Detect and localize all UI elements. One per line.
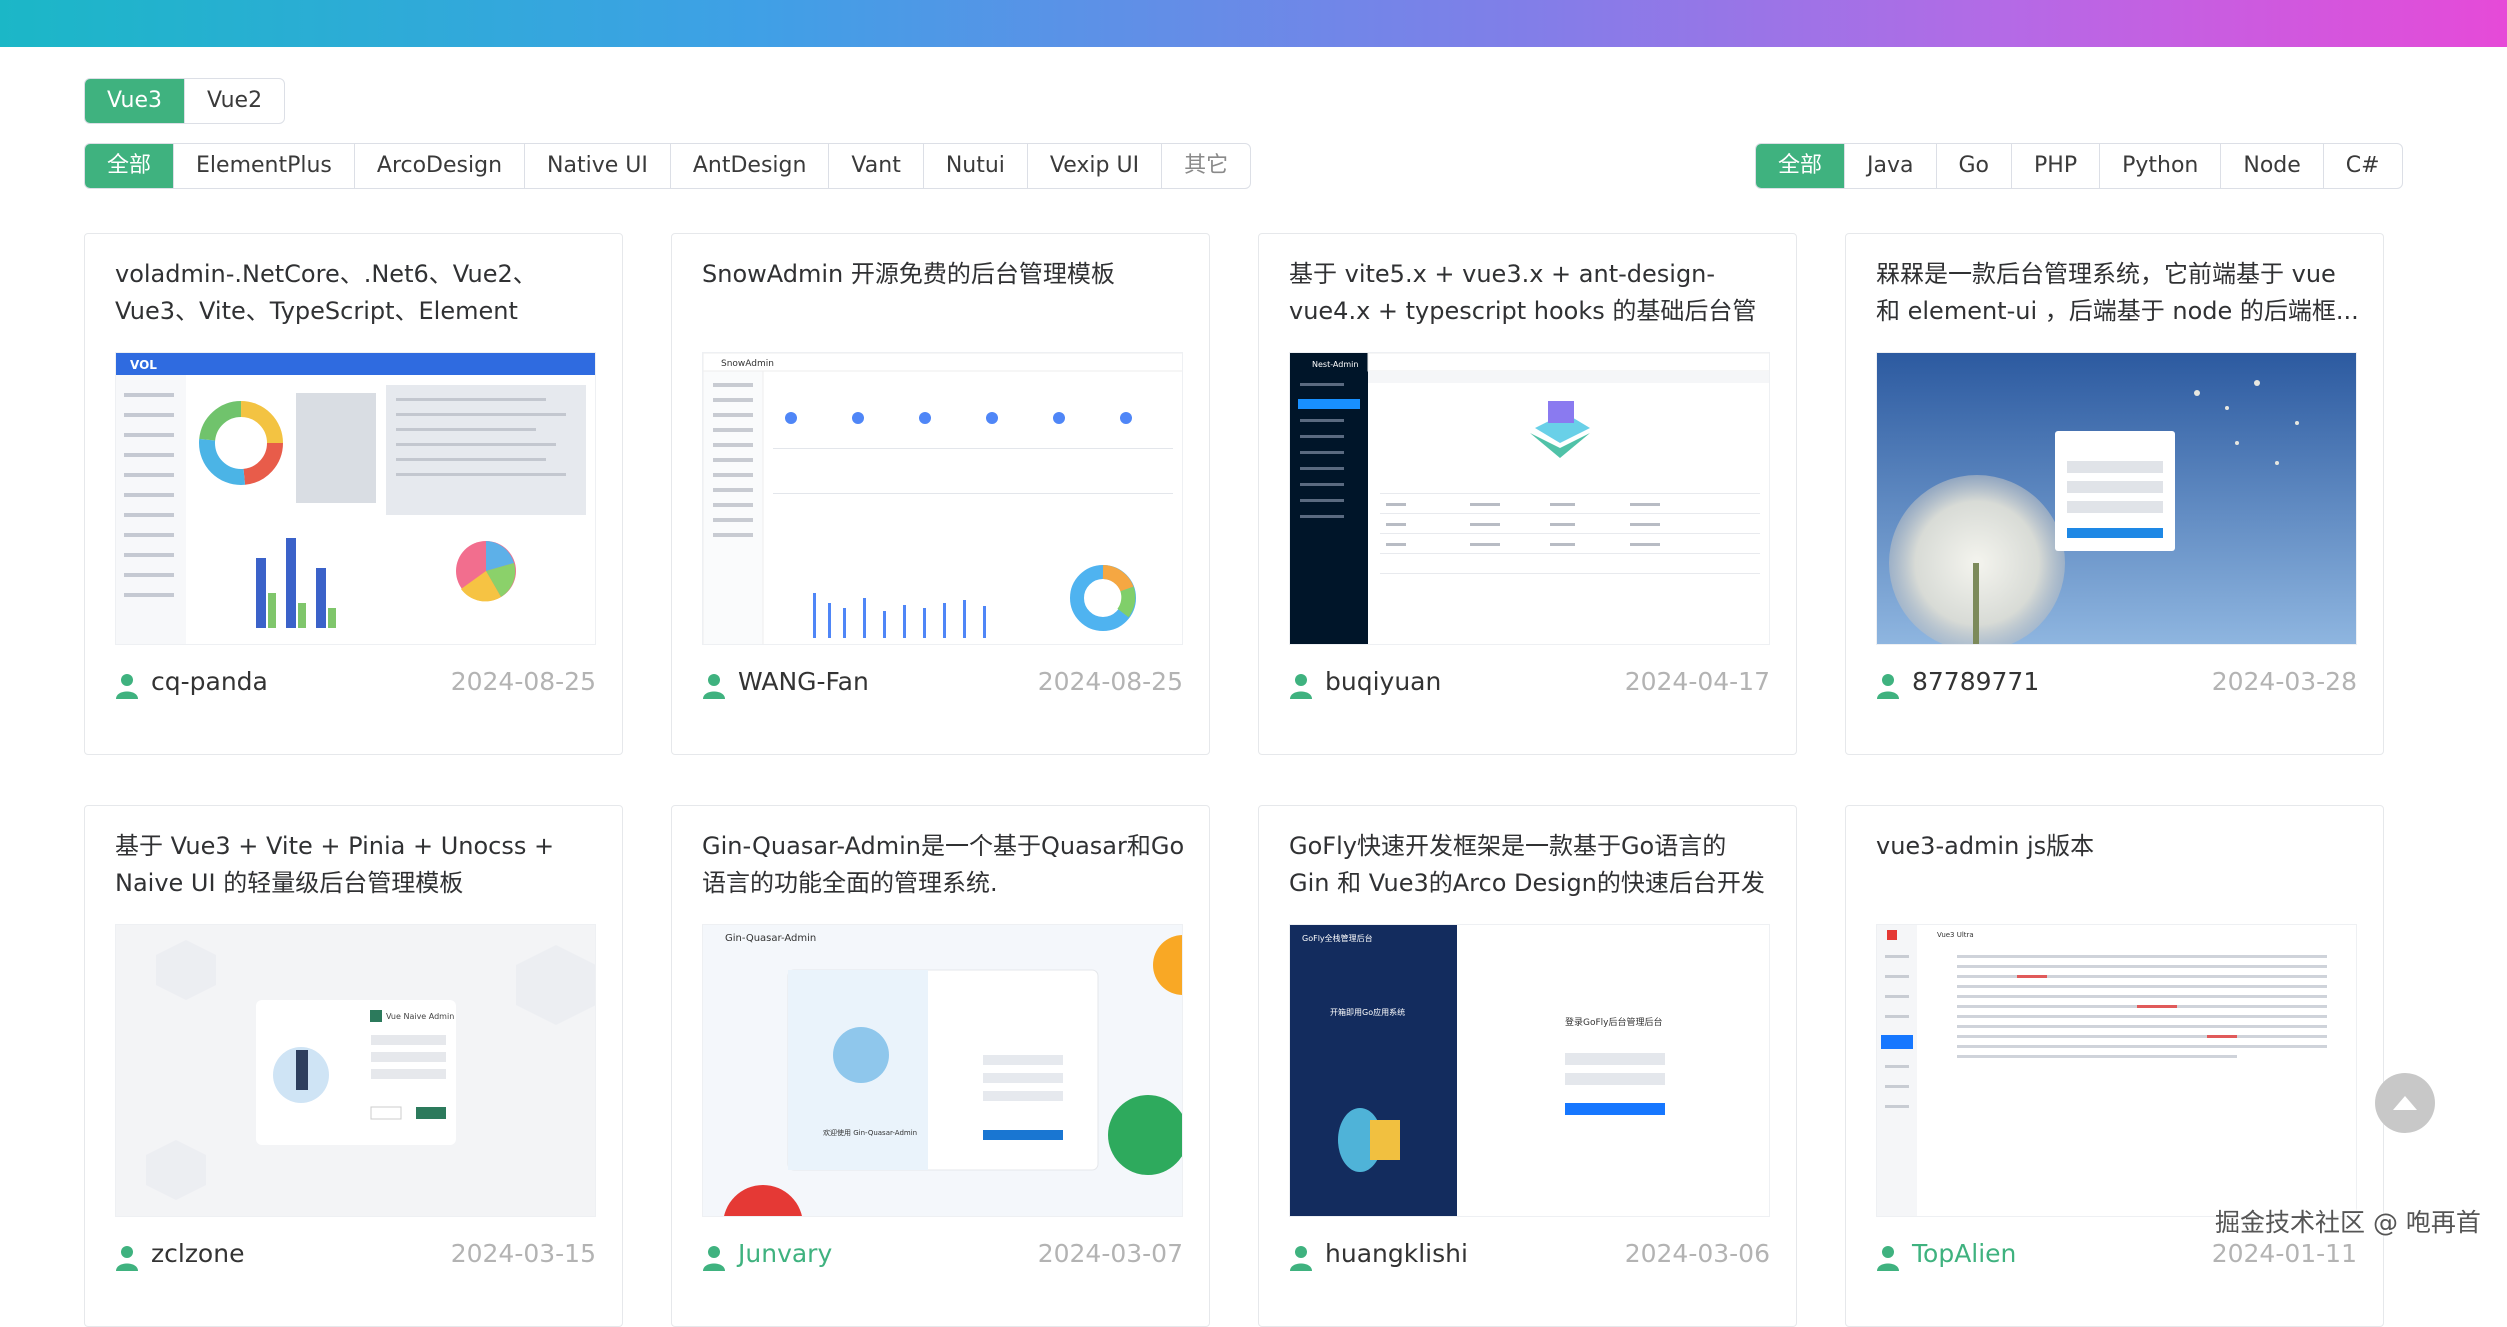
ui-tab-native-ui[interactable]: Native UI [525,144,671,188]
card-date: 2024-03-15 [450,1239,596,1268]
card-screenshot[interactable]: GoFly全栈管理后台 开箱即用Go应用系统 登录GoFly后台管理后台 [1289,924,1770,1217]
lang-tab-python[interactable]: Python [2100,144,2222,188]
card-title[interactable]: vue3-admin js版本 [1876,828,2361,902]
ui-tab-vexip-ui[interactable]: Vexip UI [1028,144,1163,188]
snowadmin-logo: SnowAdmin [721,359,774,369]
ui-tab-all[interactable]: 全部 [85,144,175,188]
card-author[interactable]: WANG-Fan [738,667,869,696]
user-icon [116,1246,138,1271]
naive-login-title: Vue Naive Admin [386,1012,454,1021]
card-title[interactable]: 槑槑是一款后台管理系统，它前端基于 vue 和 element-ui ，后端基于… [1876,256,2361,330]
gofly-tagline: 开箱即用Go应用系统 [1330,1007,1405,1017]
card-screenshot[interactable]: Vue Naive Admin [115,924,596,1217]
card-date: 2024-04-17 [1624,667,1770,696]
lang-tab-java[interactable]: Java [1845,144,1937,188]
user-icon [703,1246,725,1271]
card-author[interactable]: cq-panda [151,667,268,696]
project-card[interactable]: voladmin-.NetCore、.Net6、Vue2、Vue3、Vite、T… [84,233,623,755]
project-card[interactable]: vue3-admin js版本 Vue3 Ultra TopAlien 2024… [1845,805,2384,1327]
project-card[interactable]: Gin-Quasar-Admin是一个基于Quasar和Go语言的功能全面的管理… [671,805,1210,1327]
back-to-top-button[interactable] [2375,1073,2435,1133]
card-title[interactable]: voladmin-.NetCore、.Net6、Vue2、Vue3、Vite、T… [115,256,600,330]
project-card[interactable]: 基于 Vue3 + Vite + Pinia + Unocss + Naive … [84,805,623,1327]
card-screenshot[interactable]: Nest-Admin [1289,352,1770,645]
ui-library-filter: 全部 ElementPlus ArcoDesign Native UI AntD… [84,143,1252,189]
ui-tab-nutui[interactable]: Nutui [924,144,1028,188]
card-author[interactable]: buqiyuan [1325,667,1441,696]
user-icon [1877,1246,1899,1271]
lang-tab-all[interactable]: 全部 [1756,144,1846,188]
ui-tab-antdesign[interactable]: AntDesign [671,144,830,188]
gq-welcome: 欢迎使用 Gin-Quasar-Admin [823,1128,917,1137]
card-screenshot[interactable]: VOL [115,352,596,645]
card-author[interactable]: Junvary [738,1239,832,1268]
card-screenshot[interactable]: Vue3 Ultra [1876,924,2357,1217]
lang-tab-csharp[interactable]: C# [2324,144,2402,188]
caret-up-icon [2393,1096,2417,1110]
card-date: 2024-03-28 [2211,667,2357,696]
tab-vue3[interactable]: Vue3 [85,79,186,123]
card-author[interactable]: huangklishi [1325,1239,1468,1268]
card-date: 2024-03-07 [1037,1239,1183,1268]
card-author[interactable]: zclzone [151,1239,244,1268]
user-icon [116,674,138,699]
card-date: 2024-08-25 [1037,667,1183,696]
lang-tab-node[interactable]: Node [2221,144,2324,188]
card-title[interactable]: SnowAdmin 开源免费的后台管理模板 [702,256,1187,330]
tab-vue2[interactable]: Vue2 [185,79,284,123]
card-author[interactable]: 87789771 [1912,667,2039,696]
card-title[interactable]: Gin-Quasar-Admin是一个基于Quasar和Go语言的功能全面的管理… [702,828,1187,902]
ui-tab-elementplus[interactable]: ElementPlus [174,144,355,188]
watermark: 掘金技术社区 @ 咆再首 [2215,1208,2481,1237]
project-card[interactable]: 槑槑是一款后台管理系统，它前端基于 vue 和 element-ui ，后端基于… [1845,233,2384,755]
ui-tab-arcodesign[interactable]: ArcoDesign [355,144,526,188]
gofly-login-title: 登录GoFly后台管理后台 [1565,1016,1662,1028]
card-date: 2024-08-25 [450,667,596,696]
user-icon [1877,674,1899,699]
gq-header-title: Gin-Quasar-Admin [725,933,816,944]
user-icon [1290,674,1312,699]
project-card[interactable]: 基于 vite5.x + vue3.x + ant-design-vue4.x … [1258,233,1797,755]
card-screenshot[interactable] [1876,352,2357,645]
lang-tab-php[interactable]: PHP [2012,144,2101,188]
card-title[interactable]: GoFly快速开发框架是一款基于Go语言的 Gin 和 Vue3的Arco De… [1289,828,1774,902]
ui-tab-vant[interactable]: Vant [829,144,924,188]
vol-logo: VOL [130,358,157,372]
user-icon [703,674,725,699]
card-title[interactable]: 基于 vite5.x + vue3.x + ant-design-vue4.x … [1289,256,1774,330]
project-card[interactable]: GoFly快速开发框架是一款基于Go语言的 Gin 和 Vue3的Arco De… [1258,805,1797,1327]
card-screenshot[interactable]: Gin-Quasar-Admin 欢迎使用 Gin-Quasar-Admin [702,924,1183,1217]
ui-tab-other[interactable]: 其它 [1162,144,1250,188]
card-screenshot[interactable]: SnowAdmin [702,352,1183,645]
card-author[interactable]: TopAlien [1912,1239,2016,1268]
project-card[interactable]: SnowAdmin 开源免费的后台管理模板 SnowAdmin WANG-Fan… [671,233,1210,755]
top-gradient-bar [0,0,2507,47]
nest-admin-logo: Nest-Admin [1312,360,1358,369]
lang-tab-go[interactable]: Go [1937,144,2013,188]
card-title[interactable]: 基于 Vue3 + Vite + Pinia + Unocss + Naive … [115,828,600,902]
user-icon [1290,1246,1312,1271]
version-filter: Vue3 Vue2 [84,78,286,124]
vue3-admin-brand: Vue3 Ultra [1937,931,1974,939]
backend-language-filter: 全部 Java Go PHP Python Node C# [1755,143,2403,189]
gofly-brand: GoFly全栈管理后台 [1302,933,1373,943]
card-date: 2024-03-06 [1624,1239,1770,1268]
card-date: 2024-01-11 [2211,1239,2357,1268]
